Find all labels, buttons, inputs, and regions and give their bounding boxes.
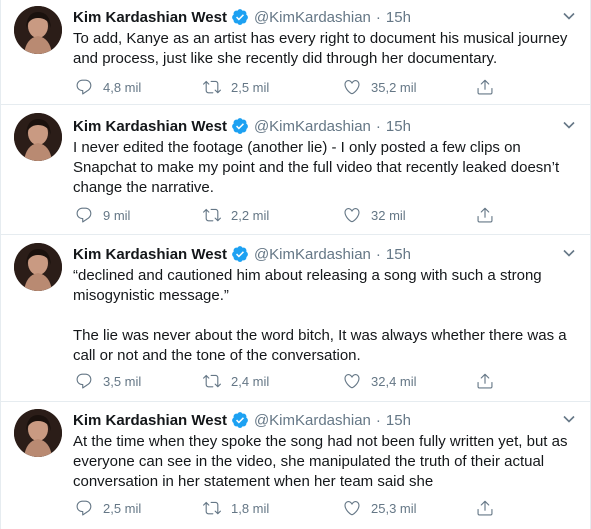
share-icon (477, 373, 493, 389)
reply-icon (76, 373, 92, 389)
retweet-count: 1,8 mil (231, 500, 270, 516)
verified-badge-icon (232, 118, 248, 134)
author-name[interactable]: Kim Kardashian West (73, 118, 227, 135)
reply-icon (76, 500, 92, 516)
reply-button[interactable]: 9 mil (75, 205, 130, 225)
avatar-image (14, 409, 62, 457)
separator-dot: · (375, 117, 381, 135)
like-button[interactable]: 32,4 mil (343, 371, 417, 391)
tweet-text: To add, Kanye as an artist has every rig… (73, 30, 572, 67)
chevron-down-icon[interactable] (561, 117, 577, 133)
author-name[interactable]: Kim Kardashian West (73, 412, 227, 429)
reply-button[interactable]: 2,5 mil (75, 498, 141, 518)
chevron-down-icon[interactable] (561, 245, 577, 261)
reply-count: 4,8 mil (103, 79, 142, 95)
tweet-header: Kim Kardashian West @KimKardashian · 15h (73, 115, 411, 137)
retweet-button[interactable]: 2,5 mil (203, 77, 269, 97)
avatar-image (14, 113, 62, 161)
heart-icon (344, 80, 360, 95)
avatar-image (14, 243, 62, 291)
like-button[interactable]: 25,3 mil (343, 498, 417, 518)
author-handle[interactable]: @KimKardashian (254, 246, 371, 263)
reply-count: 3,5 mil (103, 373, 142, 389)
retweet-count: 2,5 mil (231, 79, 270, 95)
author-handle[interactable]: @KimKardashian (254, 412, 371, 429)
like-count: 32 mil (371, 207, 406, 223)
tweet-header: Kim Kardashian West @KimKardashian · 15h (73, 6, 411, 28)
reply-icon (76, 79, 92, 95)
retweet-icon (203, 80, 221, 94)
share-button[interactable] (476, 371, 504, 391)
reply-count: 2,5 mil (103, 500, 142, 516)
author-name[interactable]: Kim Kardashian West (73, 246, 227, 263)
retweet-button[interactable]: 2,4 mil (203, 371, 269, 391)
like-count: 32,4 mil (371, 373, 417, 389)
reply-count: 9 mil (103, 207, 131, 223)
chevron-down-icon[interactable] (561, 8, 577, 24)
avatar[interactable] (14, 243, 62, 291)
author-handle[interactable]: @KimKardashian (254, 9, 371, 26)
share-button[interactable] (476, 205, 504, 225)
author-name[interactable]: Kim Kardashian West (73, 9, 227, 26)
verified-badge-icon (232, 412, 248, 428)
tweet-actions: 9 mil 2,2 mil 32 mil (73, 205, 503, 225)
reply-button[interactable]: 4,8 mil (75, 77, 141, 97)
avatar[interactable] (14, 113, 62, 161)
like-count: 25,3 mil (371, 500, 417, 516)
tweet[interactable]: Kim Kardashian West @KimKardashian · 15h… (1, 0, 590, 105)
share-button[interactable] (476, 498, 504, 518)
author-handle[interactable]: @KimKardashian (254, 118, 371, 135)
retweet-button[interactable]: 1,8 mil (203, 498, 269, 518)
share-button[interactable] (476, 77, 504, 97)
like-count: 35,2 mil (371, 79, 417, 95)
tweet-timestamp[interactable]: 15h (386, 246, 411, 263)
tweet[interactable]: Kim Kardashian West @KimKardashian · 15h… (1, 105, 590, 235)
retweet-count: 2,4 mil (231, 373, 270, 389)
avatar[interactable] (14, 409, 62, 457)
share-icon (477, 79, 493, 95)
tweet-header: Kim Kardashian West @KimKardashian · 15h (73, 243, 411, 265)
heart-icon (344, 208, 360, 223)
separator-dot: · (375, 411, 381, 429)
retweet-button[interactable]: 2,2 mil (203, 205, 269, 225)
retweet-icon (203, 501, 221, 515)
like-button[interactable]: 32 mil (343, 205, 406, 225)
reply-button[interactable]: 3,5 mil (75, 371, 141, 391)
tweet-text: I never edited the footage (another lie)… (73, 139, 564, 196)
tweet-header: Kim Kardashian West @KimKardashian · 15h (73, 409, 411, 431)
share-icon (477, 207, 493, 223)
heart-icon (344, 501, 360, 516)
reply-icon (76, 207, 92, 223)
verified-badge-icon (232, 9, 248, 25)
tweet-text: “declined and cautioned him about releas… (73, 267, 567, 364)
verified-badge-icon (232, 246, 248, 262)
tweet-timestamp[interactable]: 15h (386, 9, 411, 26)
chevron-down-icon[interactable] (561, 411, 577, 427)
avatar[interactable] (14, 6, 62, 54)
tweet-actions: 4,8 mil 2,5 mil 35,2 mil (73, 77, 503, 97)
tweet-actions: 3,5 mil 2,4 mil 32,4 mil (73, 371, 503, 391)
tweet-timestamp[interactable]: 15h (386, 412, 411, 429)
separator-dot: · (375, 8, 381, 26)
retweet-icon (203, 208, 221, 222)
tweet[interactable]: Kim Kardashian West @KimKardashian · 15h… (1, 402, 590, 529)
tweet-actions: 2,5 mil 1,8 mil 25,3 mil (73, 498, 503, 518)
tweet-text: At the time when they spoke the song had… (73, 433, 572, 490)
tweet-timestamp[interactable]: 15h (386, 118, 411, 135)
retweet-icon (203, 374, 221, 388)
tweet-timeline: Kim Kardashian West @KimKardashian · 15h… (0, 0, 591, 529)
share-icon (477, 500, 493, 516)
heart-icon (344, 374, 360, 389)
retweet-count: 2,2 mil (231, 207, 270, 223)
separator-dot: · (375, 245, 381, 263)
tweet[interactable]: Kim Kardashian West @KimKardashian · 15h… (1, 235, 590, 402)
like-button[interactable]: 35,2 mil (343, 77, 417, 97)
avatar-image (14, 6, 62, 54)
